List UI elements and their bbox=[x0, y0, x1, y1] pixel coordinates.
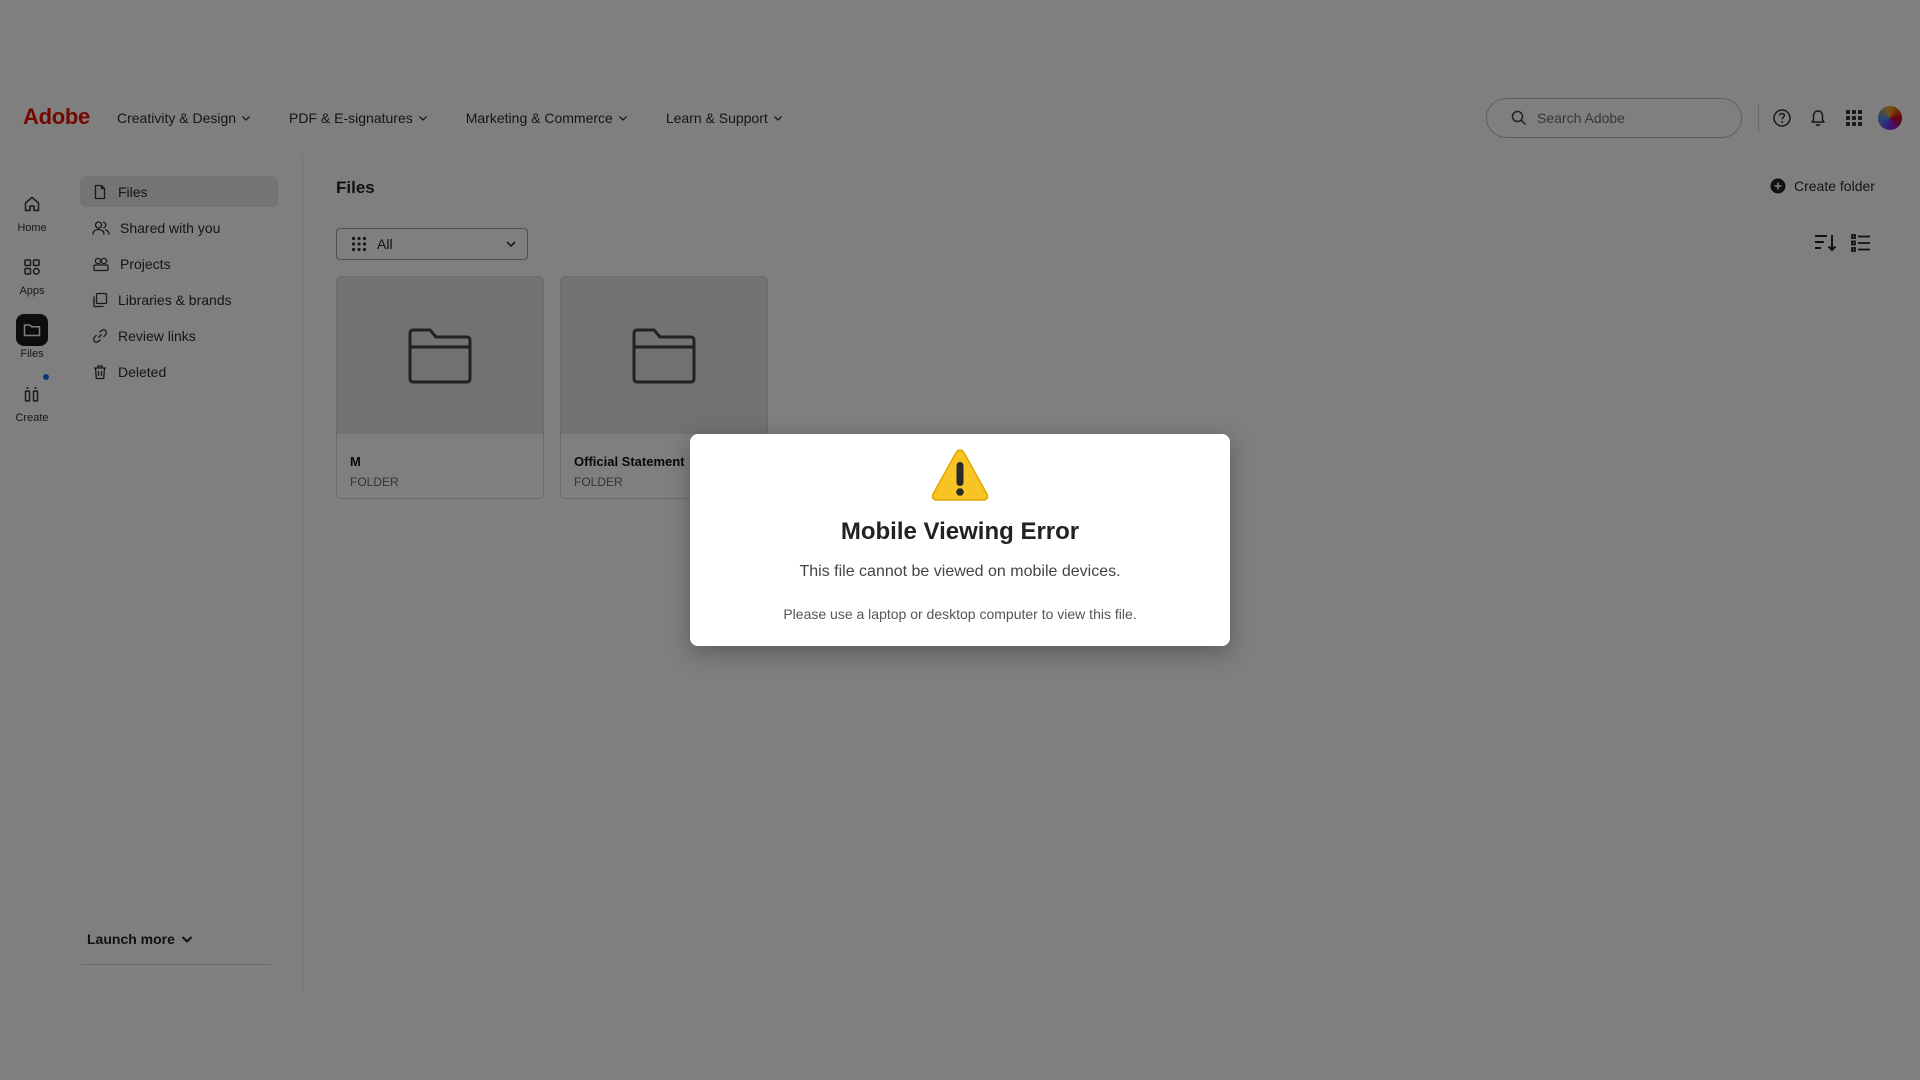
dialog-hint: Please use a laptop or desktop computer … bbox=[783, 606, 1137, 622]
error-dialog: Mobile Viewing Error This file cannot be… bbox=[690, 434, 1230, 646]
dialog-title: Mobile Viewing Error bbox=[840, 518, 1080, 545]
warning-icon bbox=[690, 448, 1230, 502]
dialog-message: This file cannot be viewed on mobile dev… bbox=[799, 563, 1121, 580]
